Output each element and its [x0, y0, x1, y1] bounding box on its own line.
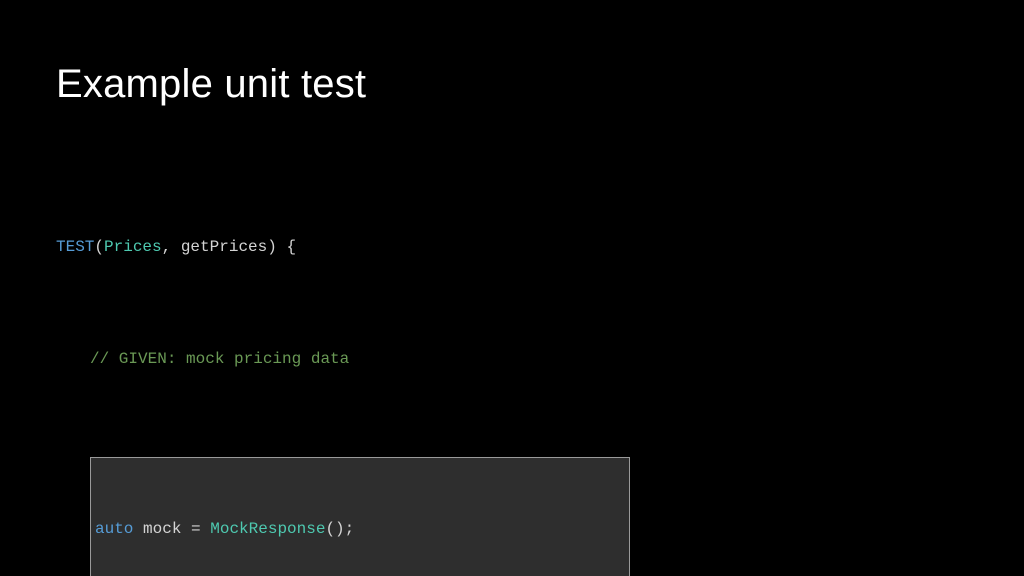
token-type: MockResponse: [210, 520, 325, 538]
token-keyword: auto: [95, 520, 133, 538]
token-punc: ,: [162, 238, 181, 256]
token-identifier: mock: [143, 520, 181, 538]
token-space: [133, 520, 143, 538]
token-identifier: getPrices: [181, 238, 267, 256]
code-line-3: auto mock = MockResponse();: [91, 515, 629, 543]
code-line-1: TEST(Prices, getPrices) {: [56, 233, 968, 261]
code-line-2: // GIVEN: mock pricing data: [56, 345, 968, 373]
token-type: Prices: [104, 238, 162, 256]
token-punc: ) {: [267, 238, 296, 256]
highlight-box: auto mock = MockResponse(); mock.add(Pri…: [90, 457, 630, 576]
slide-title: Example unit test: [56, 62, 968, 107]
token-punc: (: [94, 238, 104, 256]
slide: Example unit test TEST(Prices, getPrices…: [0, 0, 1024, 576]
code-block: TEST(Prices, getPrices) { // GIVEN: mock…: [56, 149, 968, 576]
token-punc: ();: [325, 520, 354, 538]
token-macro: TEST: [56, 238, 94, 256]
token-punc: =: [181, 520, 210, 538]
